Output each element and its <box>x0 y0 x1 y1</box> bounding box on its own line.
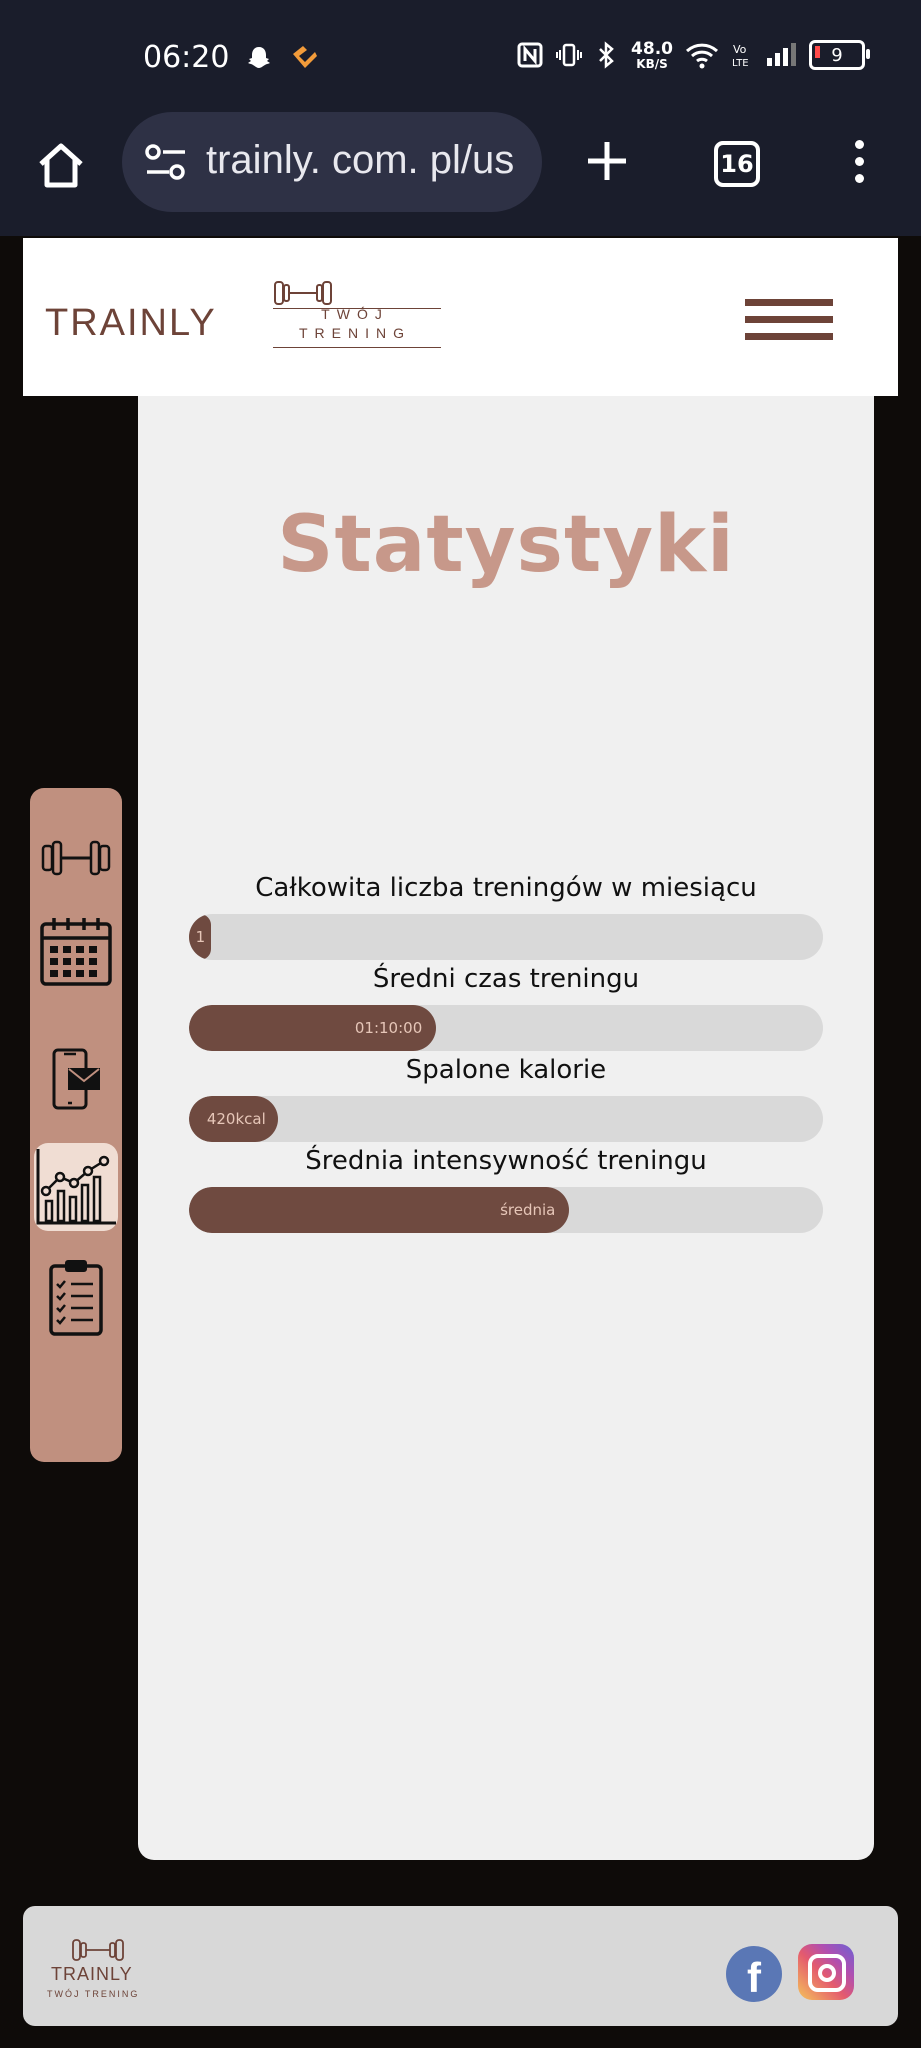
clipboard-icon <box>49 1260 103 1336</box>
heart-app-icon <box>293 46 317 68</box>
network-speed: 48.0 KB/S <box>631 38 673 71</box>
site-settings-icon[interactable] <box>144 142 188 182</box>
tab-switcher-button[interactable]: 16 <box>714 141 760 187</box>
snapchat-icon <box>248 47 270 68</box>
tab-count: 16 <box>720 150 754 178</box>
speed-unit: KB/S <box>636 56 668 71</box>
nav-plans[interactable] <box>30 1256 122 1340</box>
facebook-icon[interactable]: f <box>726 1946 782 2002</box>
statistics-panel: Statystyki Całkowita liczba treningów w … <box>138 396 874 1860</box>
nav-messages[interactable] <box>30 1046 122 1112</box>
signal-icon <box>767 43 796 66</box>
stat-bar-fill: średnia <box>189 1187 570 1233</box>
status-time: 06:20 <box>143 40 230 75</box>
site-header: TRAINLY TWÓJ TRENING <box>23 238 898 396</box>
stat-value: 420kcal <box>206 1110 266 1128</box>
nav-workouts[interactable] <box>30 828 122 888</box>
volte-icon: Vo LTE <box>732 43 749 69</box>
bluetooth-icon <box>599 41 614 69</box>
logo-tagline: TWÓJ TRENING <box>273 305 437 343</box>
logo-wordmark: TRAINLY <box>45 302 217 344</box>
stat-bar-fill: 420kcal <box>189 1096 278 1142</box>
home-icon[interactable] <box>34 138 88 192</box>
calendar-icon <box>40 918 112 986</box>
address-bar[interactable]: trainly. com. pl/us <box>122 112 542 212</box>
stat-average-time: Średni czas treningu 01:10:00 <box>189 961 823 1051</box>
stat-bar-fill: 1 <box>189 914 212 960</box>
nav-statistics[interactable] <box>34 1143 118 1231</box>
status-bar: 06:20 48.0 KB/S Vo LTE 9 <box>0 0 921 118</box>
stat-bar-track: średnia <box>189 1187 823 1233</box>
url-text[interactable]: trainly. com. pl/us <box>206 138 514 183</box>
speed-value: 48.0 <box>631 38 673 59</box>
page-title: Statystyki <box>277 500 735 590</box>
stat-bar-track: 01:10:00 <box>189 1005 823 1051</box>
stat-bar-track: 1 <box>189 914 823 960</box>
stat-value: 01:10:00 <box>354 1019 423 1037</box>
dumbbell-icon <box>41 840 111 876</box>
side-navigation <box>30 788 122 1462</box>
nfc-icon <box>517 42 543 68</box>
nav-calendar[interactable] <box>30 908 122 994</box>
instagram-icon[interactable] <box>798 1944 854 2000</box>
stat-calories: Spalone kalorie 420kcal <box>189 1052 823 1142</box>
stat-label: Spalone kalorie <box>405 1055 607 1085</box>
phone-mail-icon <box>52 1048 100 1110</box>
logo-tagline-line2: TRENING <box>299 325 411 341</box>
stat-value: średnia <box>500 1201 556 1219</box>
site-footer: TRAINLY TWÓJ TRENING f <box>23 1906 898 2026</box>
stat-value: 1 <box>195 928 206 946</box>
stat-bar-track: 420kcal <box>189 1096 823 1142</box>
stat-intensity: Średnia intensywność treningu średnia <box>189 1143 823 1233</box>
hamburger-menu-icon[interactable] <box>745 299 833 343</box>
footer-logo-tagline: TWÓJ TRENING <box>47 1989 140 1999</box>
vibrate-icon <box>556 43 583 67</box>
battery-level: 9 <box>831 44 843 66</box>
chart-icon <box>36 1149 116 1225</box>
svg-text:LTE: LTE <box>732 58 749 69</box>
footer-dumbbell-icon <box>72 1939 124 1961</box>
footer-logo[interactable]: TRAINLY TWÓJ TRENING <box>37 1936 163 2002</box>
trainly-logo[interactable]: TRAINLY TWÓJ TRENING <box>45 278 445 354</box>
logo-dumbbell-icon <box>274 281 332 305</box>
new-tab-icon[interactable] <box>584 138 630 184</box>
more-menu-icon[interactable] <box>851 140 867 188</box>
wifi-icon <box>685 43 719 69</box>
logo-tagline-line1: TWÓJ <box>321 306 389 322</box>
stat-label: Średni czas treningu <box>372 964 640 994</box>
stat-workouts-count: Całkowita liczba treningów w miesiącu 1 <box>189 870 823 960</box>
stat-bar-fill: 01:10:00 <box>189 1005 437 1051</box>
stat-label: Całkowita liczba treningów w miesiącu <box>255 873 757 903</box>
footer-logo-wordmark: TRAINLY <box>51 1964 133 1984</box>
stat-label: Średnia intensywność treningu <box>305 1146 707 1176</box>
svg-text:Vo: Vo <box>733 43 747 56</box>
battery-icon: 9 <box>809 40 870 70</box>
facebook-letter: f <box>747 1954 761 2001</box>
